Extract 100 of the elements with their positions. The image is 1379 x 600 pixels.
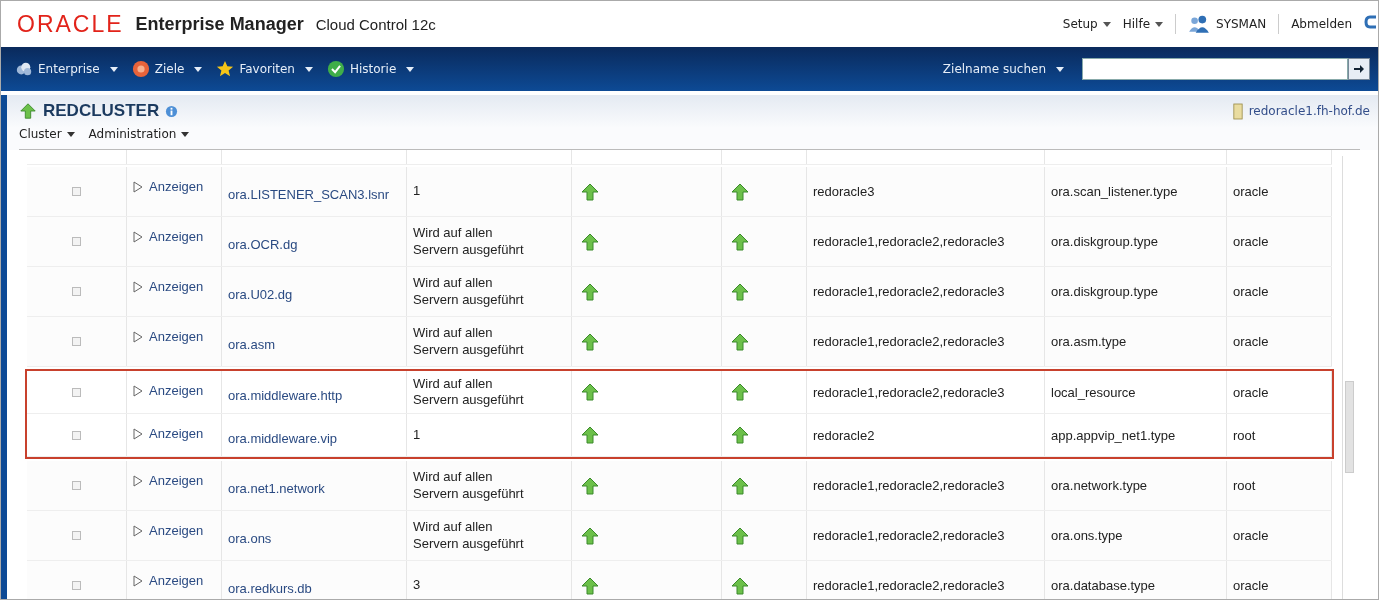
running-cell-text: Wird auf allen Servern ausgeführt (413, 325, 525, 358)
resource-name-link[interactable]: ora.OCR.dg (228, 237, 298, 252)
triangle-icon (133, 330, 143, 343)
show-link[interactable]: Anzeigen (133, 179, 204, 194)
running-cell-text: Wird auf allen Servern ausgeführt (413, 225, 525, 258)
owner-cell: root (1233, 427, 1256, 443)
servers-cell: redoracle1,redoracle2,redoracle3 (813, 384, 1005, 400)
search-go-button[interactable] (1348, 58, 1370, 80)
triangle-icon (133, 427, 143, 440)
type-cell: ora.diskgroup.type (1051, 284, 1158, 299)
resource-name-link[interactable]: ora.middleware.http (228, 387, 343, 403)
caret-icon (109, 66, 118, 72)
servers-cell: redoracle2 (813, 427, 875, 443)
triangle-icon (133, 524, 143, 537)
nav-menu[interactable]: Enterprise (15, 60, 118, 78)
triangle-icon (133, 230, 143, 243)
owner-cell: oracle (1233, 184, 1269, 199)
host-link[interactable]: redoracle1.fh-hof.de (1248, 104, 1370, 118)
caret-icon (1102, 22, 1111, 27)
running-cell-text: Wird auf allen Servern ausgeführt (413, 469, 525, 502)
caret-icon (66, 132, 75, 137)
owner-cell: oracle (1233, 334, 1269, 349)
check-icon (326, 60, 345, 78)
target-menu[interactable]: Administration (88, 127, 190, 141)
servers-cell: redoracle1,redoracle2,redoracle3 (813, 234, 1005, 249)
show-link[interactable]: Anzeigen (133, 426, 204, 441)
owner-cell: oracle (1233, 528, 1269, 543)
nav-menu[interactable]: Historie (326, 60, 415, 78)
row-checkbox[interactable] (72, 481, 81, 490)
show-link[interactable]: Anzeigen (133, 573, 204, 588)
servers-cell: redoracle1,redoracle2,redoracle3 (813, 334, 1005, 349)
caret-icon (406, 66, 415, 72)
servers-cell: redoracle1,redoracle2,redoracle3 (813, 528, 1005, 543)
resource-name-link[interactable]: ora.LISTENER_SCAN3.lsnr (228, 187, 390, 202)
search-field[interactable] (1082, 58, 1348, 80)
owner-cell: root (1233, 478, 1256, 493)
target-icon (131, 60, 150, 78)
show-link[interactable]: Anzeigen (133, 473, 204, 488)
target-menu[interactable]: Cluster (19, 127, 75, 141)
user-name: SYSMAN (1216, 17, 1267, 31)
product-edition: Cloud Control 12c (315, 15, 436, 33)
row-checkbox[interactable] (72, 387, 81, 397)
resource-name-link[interactable]: ora.asm (228, 337, 275, 352)
star-icon (216, 60, 235, 78)
triangle-icon (133, 474, 143, 487)
caret-icon (304, 66, 313, 72)
nav-menu[interactable]: Ziele (131, 60, 203, 78)
triangle-icon (133, 180, 143, 193)
servers-cell: redoracle1,redoracle2,redoracle3 (813, 284, 1005, 299)
logout-link[interactable]: Abmelden (1291, 17, 1352, 31)
server-icon (1232, 102, 1243, 120)
running-cell-text: Wird auf allen Servern ausgeführt (413, 275, 525, 308)
owner-cell: oracle (1233, 234, 1269, 249)
row-checkbox[interactable] (72, 287, 81, 296)
running-cell: 3 (413, 577, 421, 594)
row-checkbox[interactable] (72, 531, 81, 540)
type-cell: ora.network.type (1051, 478, 1148, 493)
search-type-menu[interactable]: Zielname suchen (942, 62, 1064, 76)
running-cell: 1 (413, 426, 421, 444)
row-checkbox[interactable] (72, 187, 81, 196)
row-checkbox[interactable] (72, 337, 81, 346)
row-checkbox[interactable] (72, 430, 81, 440)
row-checkbox[interactable] (72, 237, 81, 246)
type-cell: ora.database.type (1051, 578, 1156, 593)
users-icon (1188, 15, 1211, 33)
running-cell-text: Wird auf allen Servern ausgeführt (413, 375, 525, 409)
show-link[interactable]: Anzeigen (133, 279, 204, 294)
row-checkbox[interactable] (72, 581, 81, 590)
owner-cell: oracle (1233, 578, 1269, 593)
info-icon[interactable] (165, 104, 179, 118)
owner-cell: oracle (1233, 284, 1269, 299)
running-cell-text: Wird auf allen Servern ausgeführt (413, 519, 525, 552)
servers-cell: redoracle1,redoracle2,redoracle3 (813, 578, 1005, 593)
cloud-icon (15, 60, 33, 78)
oracle-logo: ORACLE (17, 10, 124, 38)
caret-icon (1056, 66, 1064, 72)
resource-name-link[interactable]: ora.net1.network (228, 481, 325, 496)
type-cell: ora.asm.type (1051, 334, 1127, 349)
triangle-icon (133, 574, 143, 587)
header-menu[interactable]: Hilfe (1122, 17, 1164, 31)
triangle-icon (133, 384, 143, 397)
show-link[interactable]: Anzeigen (133, 329, 204, 344)
show-link[interactable]: Anzeigen (133, 523, 204, 538)
header-menu[interactable]: Setup (1062, 17, 1111, 31)
caret-icon (181, 132, 190, 137)
show-link[interactable]: Anzeigen (133, 229, 204, 244)
resource-name-link[interactable]: ora.ons (228, 531, 272, 546)
resource-name-link[interactable]: ora.U02.dg (228, 287, 293, 302)
arrow-right-icon (1353, 63, 1365, 75)
resource-name-link[interactable]: ora.middleware.vip (228, 430, 338, 446)
type-cell: ora.ons.type (1051, 528, 1123, 543)
nav-menu[interactable]: Favoriten (216, 60, 313, 78)
resource-name-link[interactable]: ora.redkurs.db (228, 581, 312, 596)
running-cell: 1 (413, 183, 421, 200)
type-cell: ora.scan_listener.type (1051, 184, 1178, 199)
caret-icon (194, 66, 203, 72)
show-link[interactable]: Anzeigen (133, 383, 204, 398)
triangle-icon (133, 280, 143, 293)
type-cell: ora.diskgroup.type (1051, 234, 1158, 249)
type-cell: local_resource (1051, 384, 1136, 400)
